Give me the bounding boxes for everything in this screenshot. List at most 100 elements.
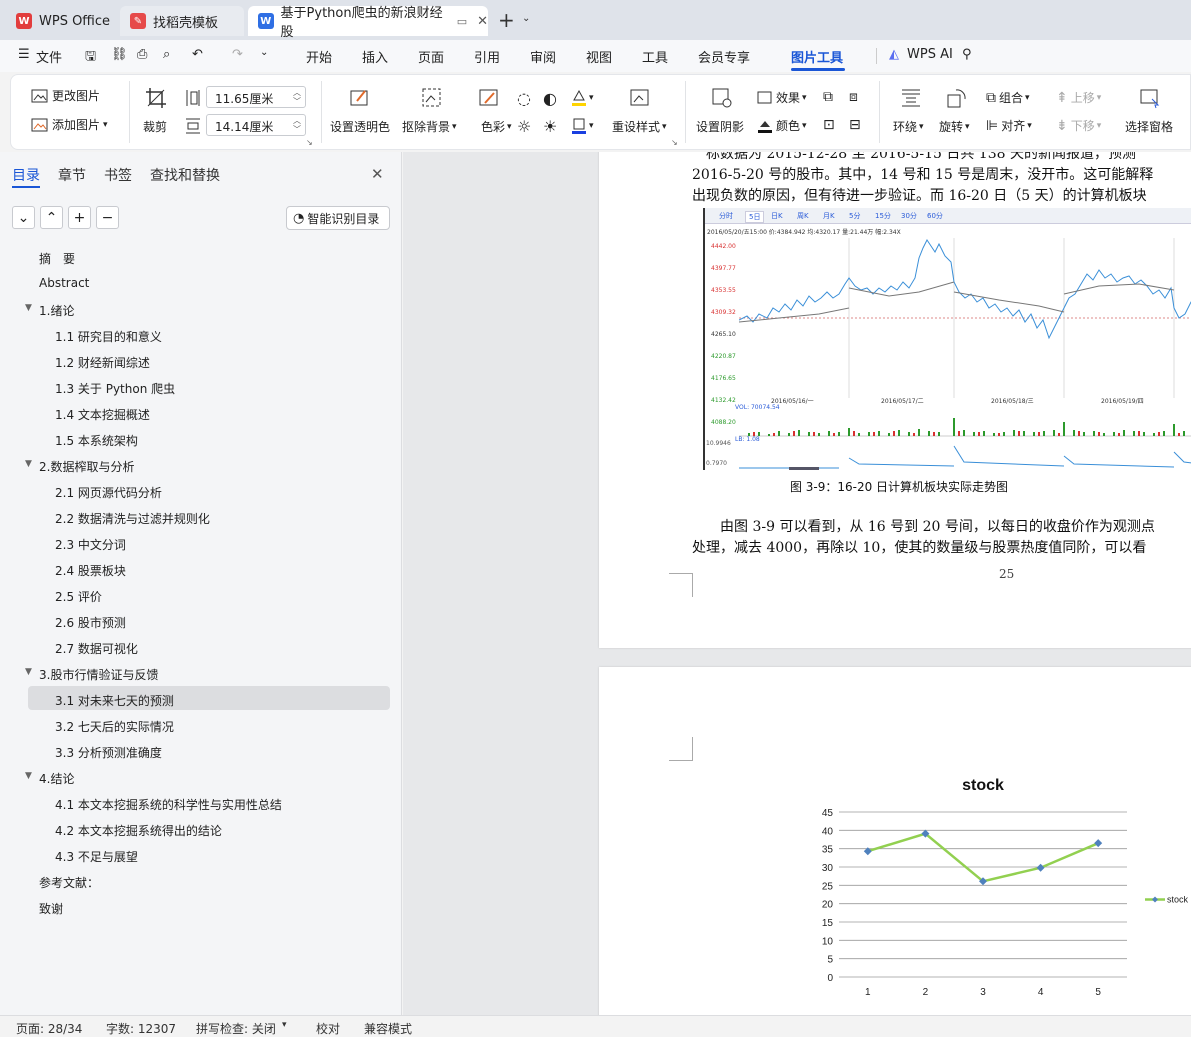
selection-pane-button[interactable]: 选择窗格	[1125, 118, 1173, 135]
stock-screenshot-image[interactable]: 分时 5日 日K 周K 月K 5分 15分 30分 60分 2016/05/20/五15:00 …	[703, 208, 1191, 470]
toc-item[interactable]: 4.2 本文本挖掘系统得出的结论	[55, 822, 222, 839]
tab-wps-office[interactable]: W WPS Office	[6, 6, 114, 36]
screen-icon[interactable]: ▭	[457, 15, 467, 28]
paragraph-line[interactable]: 由图 3-9 可以看到，从 16 号到 20 号间，以每日的收盘价作为观测点	[720, 516, 1155, 536]
chevron-down-icon[interactable]: ⌄	[260, 47, 268, 58]
toc-item[interactable]: 1.2 财经新闻综述	[55, 354, 150, 371]
contrast-up-icon[interactable]: ◐	[543, 89, 557, 108]
height-input[interactable]: 14.14厘米 ︿ ﹀	[206, 114, 306, 136]
paragraph-line[interactable]: 标数据为 2015-12-28 至 2016-5-15 日共 138 天的新闻报…	[692, 152, 1136, 163]
add-heading-button[interactable]: +	[68, 206, 91, 229]
toc-item[interactable]: 2.3 中文分词	[55, 536, 126, 553]
toc-item[interactable]: 2.2 数据清洗与过滤并规则化	[55, 510, 210, 527]
toc-item[interactable]: 4.结论	[39, 770, 74, 787]
arrange-2-icon[interactable]: ⊟	[849, 117, 861, 133]
border-color-icon[interactable]: ▾	[571, 117, 594, 135]
remove-background-icon[interactable]	[421, 87, 443, 109]
menu-page[interactable]: 页面	[418, 47, 444, 66]
toc-item[interactable]: Abstract	[39, 276, 89, 290]
paragraph-line[interactable]: 处理，减去 4000，再除以 10，使其的数量级与股票热度值同阶，可以看	[692, 537, 1146, 557]
wps-ai-button[interactable]: WPS AI	[907, 47, 953, 62]
toc-item[interactable]: 2.数据榨取与分析	[39, 458, 134, 475]
wrap-icon[interactable]	[900, 87, 922, 109]
fill-color-button[interactable]: 颜色 ▾	[757, 117, 807, 134]
undo-icon[interactable]: ↶	[192, 47, 203, 62]
tab-toc[interactable]: 目录	[12, 165, 40, 185]
toc-item[interactable]: 3.1 对未来七天的预测	[55, 692, 174, 709]
expand-icon[interactable]: ↘	[671, 138, 678, 147]
reset-style-button[interactable]: 重设样式 ▾	[612, 118, 667, 135]
toc-item[interactable]: 2.7 数据可视化	[55, 640, 138, 657]
word-count[interactable]: 字数: 12307	[106, 1020, 176, 1037]
paragraph-line[interactable]: 出现负数的原因，但有待进一步验证。而 16-20 日（5 天）的计算机板块	[692, 185, 1147, 205]
tab-chapters[interactable]: 章节	[58, 165, 86, 185]
collapse-caret-icon[interactable]: ▼	[25, 667, 32, 677]
menu-insert[interactable]: 插入	[362, 47, 388, 66]
add-picture-button[interactable]: 添加图片 ▾	[31, 116, 108, 133]
spin-arrows-icon[interactable]: ︿ ﹀	[293, 88, 301, 106]
expand-all-button[interactable]: ⌄	[12, 206, 35, 229]
color-button[interactable]: 色彩 ▾	[481, 118, 512, 135]
collapse-caret-icon[interactable]: ▼	[25, 771, 32, 781]
tab-bookmarks[interactable]: 书签	[104, 165, 132, 185]
toc-item[interactable]: 3.3 分析预测准确度	[55, 744, 162, 761]
toc-item[interactable]: 致谢	[39, 900, 63, 917]
move-up-button[interactable]: ⇞ 上移 ▾	[1056, 89, 1101, 106]
wrap-button[interactable]: 环绕 ▾	[893, 118, 924, 135]
new-tab-icon[interactable]: +	[498, 8, 515, 32]
toc-item[interactable]: 1.3 关于 Python 爬虫	[55, 380, 175, 397]
selection-pane-icon[interactable]	[1139, 87, 1161, 109]
spin-arrows-icon[interactable]: ︿ ﹀	[293, 116, 301, 134]
tab-docer-templates[interactable]: ✎ 找稻壳模板	[120, 6, 244, 36]
tab-find-replace[interactable]: 查找和替换	[150, 165, 220, 185]
toc-item[interactable]: 2.5 评价	[55, 588, 102, 605]
reset-style-icon[interactable]	[629, 87, 651, 109]
chevron-down-icon[interactable]: ⌄	[522, 13, 530, 24]
send-backward-icon[interactable]: ⧈	[849, 89, 858, 105]
menu-review[interactable]: 审阅	[530, 47, 556, 66]
toc-item[interactable]: 参考文献：	[39, 874, 99, 891]
align-button[interactable]: ⊫ 对齐 ▾	[986, 117, 1032, 134]
redo-icon[interactable]: ↷	[232, 47, 243, 62]
toc-item[interactable]: 1.1 研究目的和意义	[55, 328, 162, 345]
set-transparent-button[interactable]: 设置透明色	[330, 118, 390, 135]
toc-item[interactable]: 2.6 股市预测	[55, 614, 126, 631]
toc-item[interactable]: 1.绪论	[39, 302, 74, 319]
collapse-caret-icon[interactable]: ▼	[25, 303, 32, 313]
search-icon[interactable]: ⚲	[962, 47, 972, 62]
rotate-button[interactable]: 旋转 ▾	[939, 118, 970, 135]
toc-item[interactable]: 3.股市行情验证与反馈	[39, 666, 158, 683]
menu-member[interactable]: 会员专享	[698, 47, 750, 66]
close-icon[interactable]: ✕	[477, 14, 488, 29]
print-icon[interactable]: ⎙	[137, 47, 147, 62]
toc-item[interactable]: 摘 要	[39, 250, 75, 267]
move-down-button[interactable]: ⇟ 下移 ▾	[1056, 117, 1101, 134]
brightness-up-icon[interactable]: ◌	[517, 89, 531, 108]
close-icon[interactable]: ✕	[371, 165, 384, 183]
group-button[interactable]: ⧉ 组合 ▾	[986, 89, 1030, 106]
menu-file[interactable]: 文件	[36, 47, 62, 66]
spell-check-toggle[interactable]: 拼写检查: 关闭	[196, 1020, 276, 1037]
toc-item[interactable]: 4.1 本文本挖掘系统的科学性与实用性总结	[55, 796, 282, 813]
brightness-down-icon[interactable]: ☼	[517, 117, 531, 136]
link-icon[interactable]: ⛓	[111, 47, 128, 62]
menu-picture-tools[interactable]: 图片工具	[791, 47, 843, 66]
remove-background-button[interactable]: 抠除背景 ▾	[402, 118, 457, 135]
crop-button[interactable]: 裁剪	[143, 118, 167, 135]
color-icon[interactable]	[478, 87, 500, 109]
contrast-down-icon[interactable]: ☀	[543, 117, 557, 136]
set-shadow-button[interactable]: 设置阴影	[696, 118, 744, 135]
smart-toc-button[interactable]: ◔ 智能识别目录	[286, 206, 390, 230]
collapse-all-button[interactable]: ⌃	[40, 206, 63, 229]
save-icon[interactable]: 🖫	[85, 47, 96, 69]
change-picture-button[interactable]: 更改图片	[31, 87, 100, 104]
paragraph-line[interactable]: 2016-5-20 号的股市。其中，14 号和 15 号是周末，没开市。这可能解…	[692, 164, 1153, 184]
width-input[interactable]: 11.65厘米 ︿ ﹀	[206, 86, 306, 108]
tab-document[interactable]: W 基于Python爬虫的新浪财经股 ▭ ✕	[248, 6, 488, 40]
menu-view[interactable]: 视图	[586, 47, 612, 66]
toc-item[interactable]: 1.5 本系统架构	[55, 432, 138, 449]
toc-item[interactable]: 3.2 七天后的实际情况	[55, 718, 174, 735]
remove-heading-button[interactable]: −	[96, 206, 119, 229]
rotate-icon[interactable]	[946, 87, 968, 109]
highlight-color-icon[interactable]: ▾	[571, 89, 594, 107]
